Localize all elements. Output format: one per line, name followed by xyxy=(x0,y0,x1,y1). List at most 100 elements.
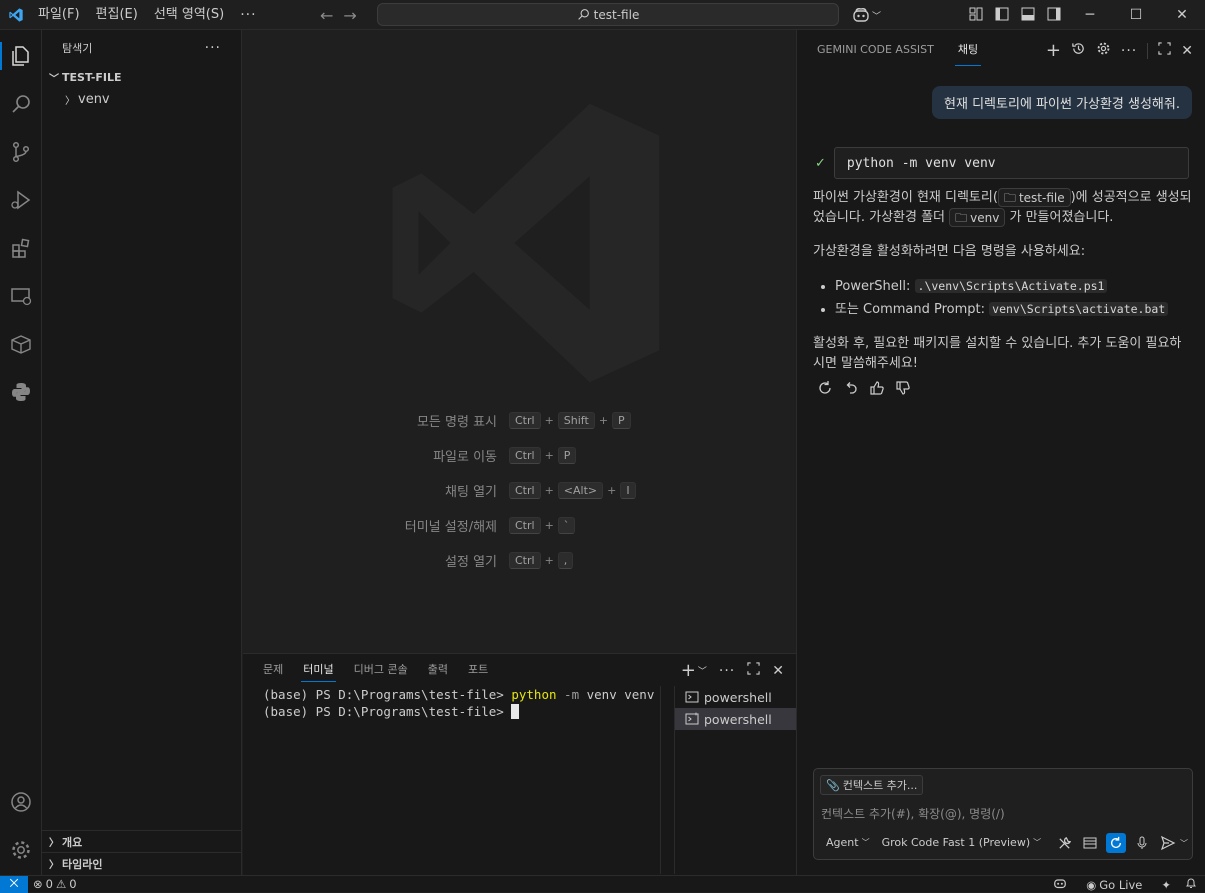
gemini-sparkle-icon[interactable]: ✦ xyxy=(1161,878,1171,892)
folder-chip[interactable]: 🗀 venv xyxy=(949,208,1006,227)
copilot-status-icon[interactable] xyxy=(1053,877,1067,892)
customize-layout-icon[interactable] xyxy=(968,6,984,22)
shortcut-row: 설정 열기 Ctrl +, xyxy=(243,543,796,578)
plus-separator: + xyxy=(544,414,554,427)
undo-icon[interactable] xyxy=(843,380,859,400)
chevron-down-icon[interactable]: ﹀ xyxy=(698,664,707,677)
chat-input-box[interactable]: 📎 컨텍스트 추가... 컨텍스트 추가(#), 확장(@), 명령(/) Ag… xyxy=(813,768,1193,860)
timeline-section[interactable]: 〉 타임라인 xyxy=(42,852,242,874)
new-terminal-icon[interactable]: + xyxy=(681,660,696,681)
folder-icon: 🗀 xyxy=(1003,190,1016,205)
add-context-label: 컨텍스트 추가... xyxy=(842,779,918,792)
toggle-sidebar-icon[interactable] xyxy=(994,6,1010,22)
response-text: 파이썬 가상환경이 현재 디렉토리( xyxy=(813,190,998,205)
tab-output[interactable]: 출력 xyxy=(418,654,458,686)
terminal-list-item[interactable]: powershell xyxy=(675,708,796,730)
command-box[interactable]: python -m venv venv xyxy=(833,147,1189,179)
microphone-icon[interactable] xyxy=(1132,833,1152,853)
maximize-panel-icon[interactable] xyxy=(747,662,760,679)
send-icon[interactable] xyxy=(1158,833,1178,853)
minimize-button[interactable]: ─ xyxy=(1067,0,1113,30)
chip-label: test-file xyxy=(1018,190,1065,205)
forward-arrow-icon[interactable]: → xyxy=(343,6,356,25)
response-text: 가 만들어졌습니다. xyxy=(1005,210,1114,225)
close-panel-icon[interactable]: ✕ xyxy=(772,663,784,679)
close-window-button[interactable]: ✕ xyxy=(1159,0,1205,30)
project-folder-header[interactable]: ﹀ TEST-FILE xyxy=(42,66,241,88)
executed-command: ✓ python -m venv venv xyxy=(815,147,1189,179)
remote-explorer-icon[interactable] xyxy=(0,276,42,316)
settings-gear-icon[interactable] xyxy=(1096,41,1111,60)
maximize-chat-icon[interactable] xyxy=(1158,42,1171,59)
history-icon[interactable] xyxy=(1071,41,1086,60)
chevron-down-icon[interactable]: ﹀ xyxy=(1180,838,1188,849)
folder-chip[interactable]: 🗀 test-file xyxy=(997,188,1071,207)
notifications-bell-icon[interactable] xyxy=(1185,877,1197,892)
editor-area: 모든 명령 표시 Ctrl + Shift + P 파일로 이동 Ctrl + P 채팅 열기 Ctr… xyxy=(243,30,796,653)
add-context-button[interactable]: 📎 컨텍스트 추가... xyxy=(820,775,924,795)
regenerate-icon[interactable] xyxy=(817,380,833,400)
command-center-search[interactable]: test-file xyxy=(377,3,839,26)
error-count: 0 xyxy=(45,877,53,891)
keycap: Ctrl xyxy=(509,517,541,534)
copilot-button[interactable]: ﹀ xyxy=(852,5,881,25)
containers-icon[interactable] xyxy=(0,324,42,364)
tab-debug-console[interactable]: 디버그 콘솔 xyxy=(344,654,418,686)
problems-status[interactable]: ⊗ 0 ⚠ 0 xyxy=(28,877,82,891)
toggle-panel-icon[interactable] xyxy=(1020,6,1036,22)
tree-item-venv[interactable]: 〉 venv xyxy=(42,88,241,110)
mode-selector[interactable]: Agent ﹀ xyxy=(820,836,876,849)
auto-approve-icon[interactable] xyxy=(1106,833,1126,853)
search-text: test-file xyxy=(593,7,640,22)
keycap: Ctrl xyxy=(509,447,541,464)
chip-label: venv xyxy=(970,210,1000,225)
menu-more-button[interactable]: ··· xyxy=(232,7,264,23)
shortcut-row: 채팅 열기 Ctrl + <Alt> + I xyxy=(243,473,796,508)
keycap: Shift xyxy=(557,412,595,429)
python-icon[interactable] xyxy=(0,372,42,412)
menu-file[interactable]: 파일(F) xyxy=(30,0,88,30)
toggle-secondary-sidebar-icon[interactable] xyxy=(1046,6,1062,22)
terminal-output[interactable]: (base) PS D:\Programs\test-file> python … xyxy=(263,686,654,720)
model-label: Grok Code Fast 1 (Preview) xyxy=(881,835,1031,849)
list-icon[interactable] xyxy=(1080,833,1100,853)
thumbs-down-icon[interactable] xyxy=(895,380,911,400)
remote-indicator-icon[interactable]: ⨉ xyxy=(0,875,28,893)
terminal-prompt: (base) PS D:\Programs\test-file> xyxy=(263,687,512,702)
close-chat-icon[interactable]: ✕ xyxy=(1181,43,1193,59)
back-arrow-icon[interactable]: ← xyxy=(320,6,333,25)
tools-icon[interactable] xyxy=(1054,833,1074,853)
shortcut-row: 터미널 설정/해제 Ctrl + ` xyxy=(243,508,796,543)
maximize-button[interactable]: ☐ xyxy=(1113,0,1159,30)
terminal-flag: -m xyxy=(556,687,580,702)
terminal-scrollbar[interactable] xyxy=(660,686,674,874)
thumbs-up-icon[interactable] xyxy=(869,380,885,400)
tab-gemini-code-assist[interactable]: GEMINI CODE ASSIST xyxy=(817,43,934,56)
terminal-list-item[interactable]: powershell xyxy=(675,686,796,708)
new-chat-icon[interactable]: + xyxy=(1046,40,1061,61)
model-selector[interactable]: Grok Code Fast 1 (Preview) ﹀ xyxy=(876,836,1048,849)
chat-input-placeholder[interactable]: 컨텍스트 추가(#), 확장(@), 명령(/) xyxy=(821,805,1005,822)
source-control-icon[interactable] xyxy=(0,132,42,172)
search-icon[interactable] xyxy=(0,84,42,124)
explorer-icon[interactable] xyxy=(0,36,42,76)
run-debug-icon[interactable] xyxy=(0,180,42,220)
terminal-command: python xyxy=(511,687,557,702)
menu-selection[interactable]: 선택 영역(S) xyxy=(146,0,232,30)
menu-edit[interactable]: 편집(E) xyxy=(88,0,146,30)
go-live-button[interactable]: ◉ Go Live xyxy=(1081,878,1147,892)
settings-gear-icon[interactable] xyxy=(0,830,42,870)
extensions-icon[interactable] xyxy=(0,228,42,268)
account-icon[interactable] xyxy=(0,782,42,822)
keycap: Ctrl xyxy=(509,412,541,429)
chevron-right-icon: 〉 xyxy=(65,95,75,107)
outline-section[interactable]: 〉 개요 xyxy=(42,830,242,852)
tab-ports[interactable]: 포트 xyxy=(458,654,498,686)
more-actions-icon[interactable]: ··· xyxy=(205,40,221,56)
tab-chat[interactable]: 채팅 xyxy=(954,41,982,66)
tab-problems[interactable]: 문제 xyxy=(253,654,293,686)
more-actions-icon[interactable]: ··· xyxy=(719,663,735,679)
shortcut-label: 모든 명령 표시 xyxy=(416,415,497,430)
more-actions-icon[interactable]: ··· xyxy=(1121,43,1137,59)
tab-terminal[interactable]: 터미널 xyxy=(293,654,343,686)
